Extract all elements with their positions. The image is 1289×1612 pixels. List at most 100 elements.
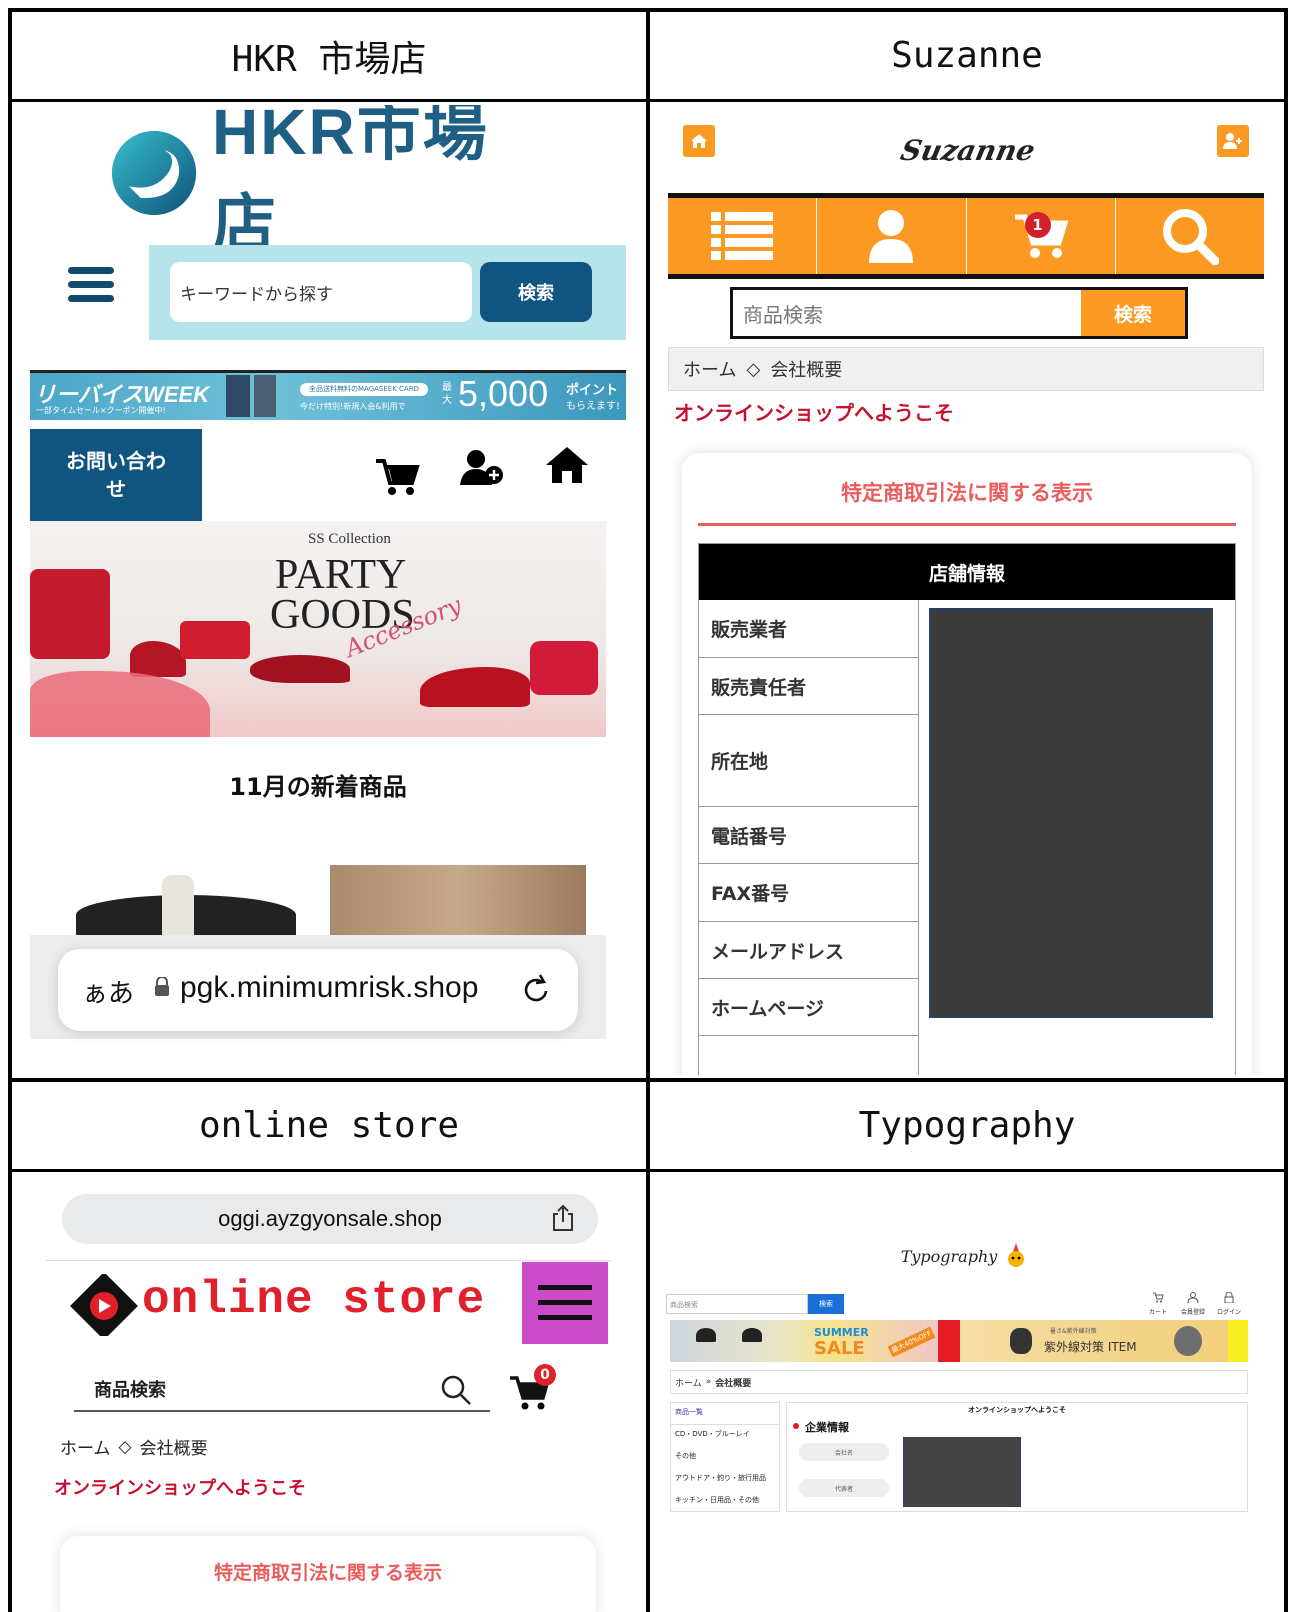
hero-box <box>530 641 598 695</box>
browser-bottom-bar: ぁあ pgk.minimumrisk.shop <box>30 935 606 1039</box>
banner-model <box>1010 1328 1032 1354</box>
url-text[interactable]: oggi.ayzgyonsale.shop <box>62 1206 598 1232</box>
hkr-logo[interactable]: HKR市場店 <box>110 105 540 260</box>
browser-address-bar[interactable]: oggi.ayzgyonsale.shop <box>62 1194 598 1244</box>
welcome-text: オンラインショップへようこそ <box>54 1478 306 1499</box>
hero-shoe-2 <box>250 655 350 683</box>
add-user-icon[interactable] <box>460 449 506 493</box>
search-button[interactable]: 検索 <box>808 1294 844 1314</box>
legal-title: 特定商取引法に関する表示 <box>841 481 1093 505</box>
search-input[interactable]: 商品検索 <box>666 1294 808 1314</box>
table-row-label: FAX番号 <box>699 864 918 922</box>
sidebar-item[interactable]: キッチン・日用品・その他 <box>671 1491 779 1509</box>
breadcrumb-current: 会社概要 <box>715 1378 752 1389</box>
field-label: 会社名 <box>799 1443 889 1461</box>
cart-icon[interactable]: 0 <box>508 1364 556 1416</box>
user-icon[interactable] <box>817 198 967 274</box>
cart-icon[interactable]: 1 <box>967 198 1116 274</box>
search-input[interactable]: 商品検索 <box>733 290 1081 336</box>
hero-banner[interactable]: SS Collection PARTY GOODS Accessory <box>30 521 606 737</box>
banner-yellow-strip <box>1228 1320 1248 1362</box>
banner-model-1 <box>226 375 250 417</box>
list-icon[interactable] <box>668 198 818 274</box>
redacted-block <box>903 1437 1021 1507</box>
search-button[interactable]: 検索 <box>1081 290 1185 336</box>
add-user-icon[interactable] <box>1217 125 1249 157</box>
table-row-label: メールアドレス <box>699 922 918 979</box>
hkr-search-bar: キーワードから探す 検索 <box>149 245 626 340</box>
breadcrumb-separator: » <box>705 1377 712 1387</box>
banner-points: 5,000 <box>458 373 549 414</box>
address-bar[interactable]: ぁあ pgk.minimumrisk.shop <box>58 949 578 1031</box>
home-icon[interactable] <box>683 125 715 157</box>
banner-max: 最大 <box>442 382 452 406</box>
hamburger-menu-button[interactable] <box>522 1262 608 1344</box>
breadcrumb-home[interactable]: ホーム <box>675 1376 702 1389</box>
search-icon[interactable] <box>440 1374 472 1410</box>
banner-red-strip <box>938 1320 960 1362</box>
banner-points-unit: ポイント <box>566 383 619 398</box>
breadcrumb-home[interactable]: ホーム <box>60 1434 111 1459</box>
panel-header-suzanne: Suzanne <box>650 12 1284 102</box>
contact-button[interactable]: お問い合わせ <box>30 429 202 521</box>
typography-logo-text: Typography <box>900 1246 998 1266</box>
promo-banner[interactable]: リーバイスWEEK 一部タイムセール×クーポン開催中! 全品送料無料のMAGAS… <box>30 370 626 420</box>
online-store-screenshot: oggi.ayzgyonsale.shop online store 商品検索 … <box>30 1176 626 1612</box>
nav-login[interactable]: ログイン <box>1214 1288 1244 1316</box>
hero-fabric <box>30 671 210 737</box>
user-icon <box>1187 1292 1199 1304</box>
banner-hat-3 <box>1174 1326 1202 1356</box>
search-button[interactable]: 検索 <box>480 262 592 322</box>
banner-subtitle: 一部タイムセール×クーポン開催中! <box>36 406 166 415</box>
category-sidebar: 商品一覧 CD・DVD・ブルーレイ その他 アウトドア・釣り・旅行用品 キッチン… <box>670 1402 780 1512</box>
main-content: オンラインショップへようこそ 企業情報 会社名 代表者 <box>786 1402 1248 1512</box>
menu-icon[interactable] <box>68 260 114 309</box>
table-header: 店舗情報 <box>699 544 1235 600</box>
search-input[interactable]: キーワードから探す <box>170 262 472 322</box>
film-logo-icon[interactable] <box>70 1272 138 1340</box>
section-bullet <box>793 1423 799 1429</box>
share-icon[interactable] <box>552 1204 574 1236</box>
table-col-divider <box>918 600 919 1075</box>
reload-icon[interactable] <box>522 973 552 1010</box>
panel-header-online: online store <box>12 1082 646 1172</box>
suzanne-nav: 1 <box>668 193 1264 279</box>
summer-sale-banner[interactable]: SUMMER SALE 最大40%OFF <box>670 1320 938 1362</box>
sidebar-item[interactable]: アウトドア・釣り・旅行用品 <box>671 1469 779 1491</box>
product-thumb-2[interactable] <box>330 865 586 935</box>
legal-card: 特定商取引法に関する表示 店舗情報 販売業者 販売責任者 所在地 電話番号 FA… <box>682 453 1252 1075</box>
search-input[interactable]: 商品検索 <box>94 1376 166 1402</box>
legal-title: 特定商取引法に関する表示 <box>213 1562 442 1584</box>
nav-cart[interactable]: カート <box>1146 1288 1170 1316</box>
suzanne-logo[interactable]: Suzanne <box>891 119 1044 181</box>
online-logo-text[interactable]: online store <box>142 1274 485 1326</box>
url-text[interactable]: pgk.minimumrisk.shop <box>180 971 478 1005</box>
search-field[interactable]: 商品検索 <box>74 1370 490 1412</box>
banner-uv: 紫外線対策 ITEM <box>1044 1340 1137 1354</box>
table-row-label: ホームページ <box>699 979 918 1036</box>
sidebar-item[interactable]: CD・DVD・ブルーレイ <box>671 1425 779 1447</box>
breadcrumb: ホーム » 会社概要 <box>670 1370 1248 1394</box>
section-title: 11月の新着商品 <box>229 773 407 801</box>
cart-icon[interactable] <box>374 457 420 501</box>
breadcrumb-home[interactable]: ホーム <box>683 356 736 382</box>
breadcrumb-separator: ◇ <box>746 358 761 380</box>
hkr-logo-icon <box>111 130 197 216</box>
hero-shoe-1 <box>130 641 186 677</box>
redacted-block <box>929 608 1213 1018</box>
home-icon[interactable] <box>544 445 590 489</box>
nav-register[interactable]: 会員登録 <box>1176 1288 1210 1316</box>
typography-screenshot: Typography 商品検索 検索 カート 会員登録 ログイン SUMMER … <box>666 1176 1266 1612</box>
grid-divider-vertical <box>646 8 650 1612</box>
text-size-button[interactable]: ぁあ <box>82 973 134 1010</box>
table-row-label: 販売責任者 <box>699 658 918 715</box>
banner-tag: 全品送料無料のMAGASEEK CARD <box>300 383 428 396</box>
field-label: 代表者 <box>799 1479 889 1497</box>
table-row-label: 所在地 <box>699 715 918 807</box>
search-icon[interactable] <box>1116 198 1264 274</box>
hkr-screenshot: HKR市場店 キーワードから探す 検索 リーバイスWEEK 一部タイムセール×ク… <box>30 105 626 1059</box>
typography-logo[interactable]: Typography <box>886 1236 1046 1276</box>
sidebar-item[interactable]: その他 <box>671 1447 779 1469</box>
section-title: 企業情報 <box>805 1421 849 1434</box>
uv-banner[interactable]: 暑さ&紫外線対策 紫外線対策 ITEM <box>960 1320 1228 1362</box>
